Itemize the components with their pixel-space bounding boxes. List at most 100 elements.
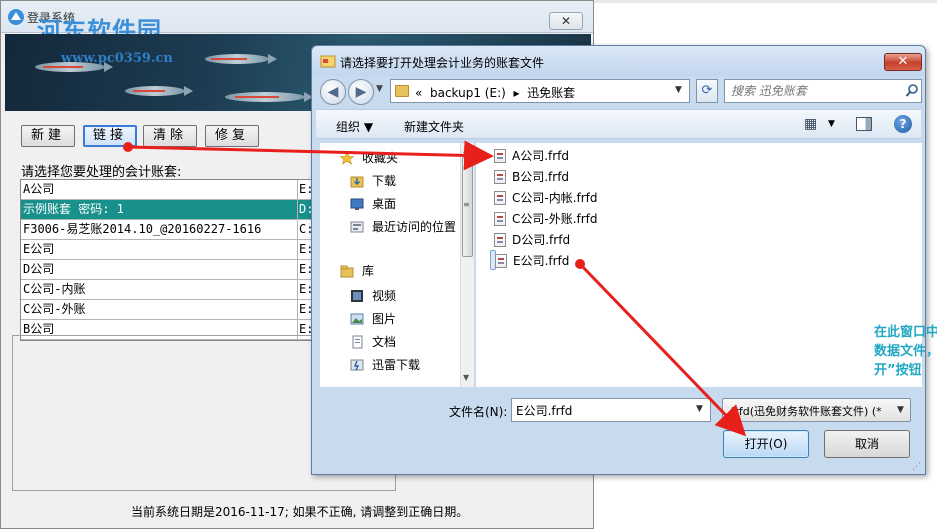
picture-library-icon xyxy=(350,313,364,325)
folder-icon xyxy=(395,85,409,97)
account-drive: C: xyxy=(297,220,311,239)
link-account-button[interactable]: 链接 xyxy=(83,125,137,147)
new-folder-button[interactable]: 新建文件夹 xyxy=(404,118,464,135)
address-drive[interactable]: backup1 (E:) xyxy=(430,86,506,100)
nav-item-label: 库 xyxy=(362,264,375,278)
file-name: C公司-内帐.frfd xyxy=(512,191,598,205)
account-drive: E: xyxy=(297,260,311,279)
fish-stripe xyxy=(133,90,165,92)
cancel-button[interactable]: 取消 xyxy=(824,430,910,458)
account-name: C公司-外账 xyxy=(23,302,86,316)
nav-pane-scrollbar[interactable]: ▲ ≡ ▼ xyxy=(460,143,474,387)
new-account-button[interactable]: 新建 xyxy=(21,125,75,147)
back-window-titlebar[interactable]: 登录系统 河东软件园 ✕ xyxy=(1,1,593,45)
nav-item-label: 桌面 xyxy=(372,197,397,211)
nav-item-label: 文档 xyxy=(372,335,397,349)
account-name: F3006-易芝账2014.10_@20160227-1616 xyxy=(23,222,262,236)
recent-places-icon xyxy=(350,221,364,233)
refresh-icon[interactable]: ⟳ xyxy=(696,79,718,103)
forward-arrow-icon[interactable]: ▶ xyxy=(348,79,374,105)
account-row[interactable]: D公司 E: xyxy=(21,260,311,280)
filename-label: 文件名(N): xyxy=(449,405,508,419)
repair-account-button[interactable]: 修复 xyxy=(205,125,259,147)
account-name: E公司 xyxy=(23,242,55,256)
address-overflow[interactable]: « xyxy=(415,86,422,100)
nav-item-label: 下载 xyxy=(372,174,397,188)
file-list-pane: A公司.frfd B公司.frfd C公司-内帐.frfd C公司-外账.frf… xyxy=(476,143,937,387)
nav-item-label: 图片 xyxy=(372,312,397,326)
search-box[interactable] xyxy=(724,79,922,103)
account-select-prompt: 请选择您要处理的会计账套: xyxy=(21,165,182,180)
frfd-file-icon xyxy=(494,191,506,205)
open-button[interactable]: 打开(O) xyxy=(723,430,809,458)
file-name: D公司.frfd xyxy=(512,233,571,247)
account-name: D公司 xyxy=(23,262,55,276)
address-folder[interactable]: 迅免账套 xyxy=(527,86,575,100)
thunder-download-icon xyxy=(350,359,364,371)
view-options-icon[interactable]: ▦ xyxy=(804,116,817,132)
nav-item-label: 最近访问的位置 xyxy=(372,220,457,234)
account-name: 示例账套 密码: 1 xyxy=(23,202,124,216)
view-dropdown-icon[interactable]: ▼ xyxy=(828,119,835,129)
organize-menu[interactable]: 组织 ▼ xyxy=(336,118,373,135)
desktop-icon xyxy=(350,198,364,210)
dialog-toolbar: 组织 ▼ 新建文件夹 ▦ ▼ ? xyxy=(316,109,921,139)
filename-input[interactable] xyxy=(516,402,686,418)
frfd-file-icon xyxy=(495,254,507,268)
search-icon[interactable] xyxy=(905,83,919,99)
filename-combobox[interactable]: ▼ xyxy=(511,398,711,422)
account-row[interactable]: E公司 E: xyxy=(21,240,311,260)
tutorial-annotation: 在此窗口中找到要链接打开的帐套数据文件，然后点击下面的“打开”按钮 xyxy=(874,325,937,378)
address-separator[interactable]: ▸ xyxy=(513,86,519,100)
watermark-url-text: www.pc0359.cn xyxy=(61,51,173,66)
file-name: B公司.frfd xyxy=(512,170,570,184)
document-library-icon xyxy=(352,335,363,349)
frfd-file-icon xyxy=(494,233,506,247)
back-window-close-button[interactable]: ✕ xyxy=(549,12,583,30)
resize-grip-icon[interactable]: ⋰ xyxy=(912,462,921,472)
clear-account-button[interactable]: 清除 xyxy=(143,125,197,147)
help-icon[interactable]: ? xyxy=(894,115,912,133)
dialog-titlebar[interactable]: 请选择要打开处理会计业务的账套文件 ✕ xyxy=(312,46,925,76)
account-drive: E: xyxy=(297,240,311,259)
file-name: E公司.frfd xyxy=(513,254,570,268)
account-row-selected[interactable]: 示例账套 密码: 1 D: xyxy=(21,200,311,220)
address-bar[interactable]: « backup1 (E:) ▸ 迅免账套 ▼ xyxy=(390,79,690,103)
frfd-file-icon xyxy=(494,212,506,226)
address-dropdown-icon[interactable]: ▼ xyxy=(675,85,682,95)
back-arrow-icon[interactable]: ◀ xyxy=(320,79,346,105)
filename-dropdown-icon[interactable]: ▼ xyxy=(696,404,703,414)
file-item-selected[interactable]: E公司.frfd xyxy=(490,250,569,270)
file-name: A公司.frfd xyxy=(512,149,570,163)
scroll-down-arrow-icon[interactable]: ▼ xyxy=(463,373,469,382)
navigation-pane: 收藏夹 下载 桌面 最近访问的位置 库 视频 图片 文档 迅雷下载 xyxy=(320,143,474,387)
scroll-up-arrow-icon[interactable]: ▲ xyxy=(463,145,469,154)
account-name: C公司-内账 xyxy=(23,282,86,296)
filetype-dropdown-icon[interactable]: ▼ xyxy=(897,405,904,415)
search-input[interactable] xyxy=(731,83,891,99)
nav-item-label: 收藏夹 xyxy=(362,151,399,165)
recent-pages-dropdown-icon[interactable]: ▼ xyxy=(376,84,383,94)
filetype-select[interactable]: .frfd(迅免财务软件账套文件) (* ▼ xyxy=(722,398,911,422)
preview-pane-icon[interactable] xyxy=(856,117,872,131)
account-drive: E: xyxy=(297,180,311,199)
nav-item-label: 视频 xyxy=(372,289,397,303)
fish-stripe xyxy=(211,58,247,60)
video-library-icon xyxy=(351,290,363,302)
open-file-dialog: 请选择要打开处理会计业务的账套文件 ✕ ◀ ▶ ▼ « backup1 (E:)… xyxy=(311,45,937,475)
account-row[interactable]: C公司-内账 E: xyxy=(21,280,311,300)
background-strip xyxy=(594,0,937,3)
account-row[interactable]: C公司-外账 E: xyxy=(21,300,311,320)
nav-item-label: 迅雷下载 xyxy=(372,358,421,372)
app-logo-icon xyxy=(8,9,24,25)
account-list: A公司 E: 示例账套 密码: 1 D: F3006-易芝账2014.10_@2… xyxy=(20,179,312,341)
account-row[interactable]: A公司 E: xyxy=(21,180,311,200)
filetype-value: .frfd(迅免财务软件账套文件) (* xyxy=(727,405,882,418)
account-row[interactable]: F3006-易芝账2014.10_@20160227-1616 C: xyxy=(21,220,311,240)
account-drive: E: xyxy=(297,300,311,319)
dialog-close-button[interactable]: ✕ xyxy=(884,53,922,71)
dialog-title: 请选择要打开处理会计业务的账套文件 xyxy=(340,56,545,70)
screen: 登录系统 河东软件园 ✕ www.pc0359.cn 新建 链接 清除 修复 请… xyxy=(0,0,937,529)
account-name: A公司 xyxy=(23,182,55,196)
fish-stripe xyxy=(43,66,83,68)
